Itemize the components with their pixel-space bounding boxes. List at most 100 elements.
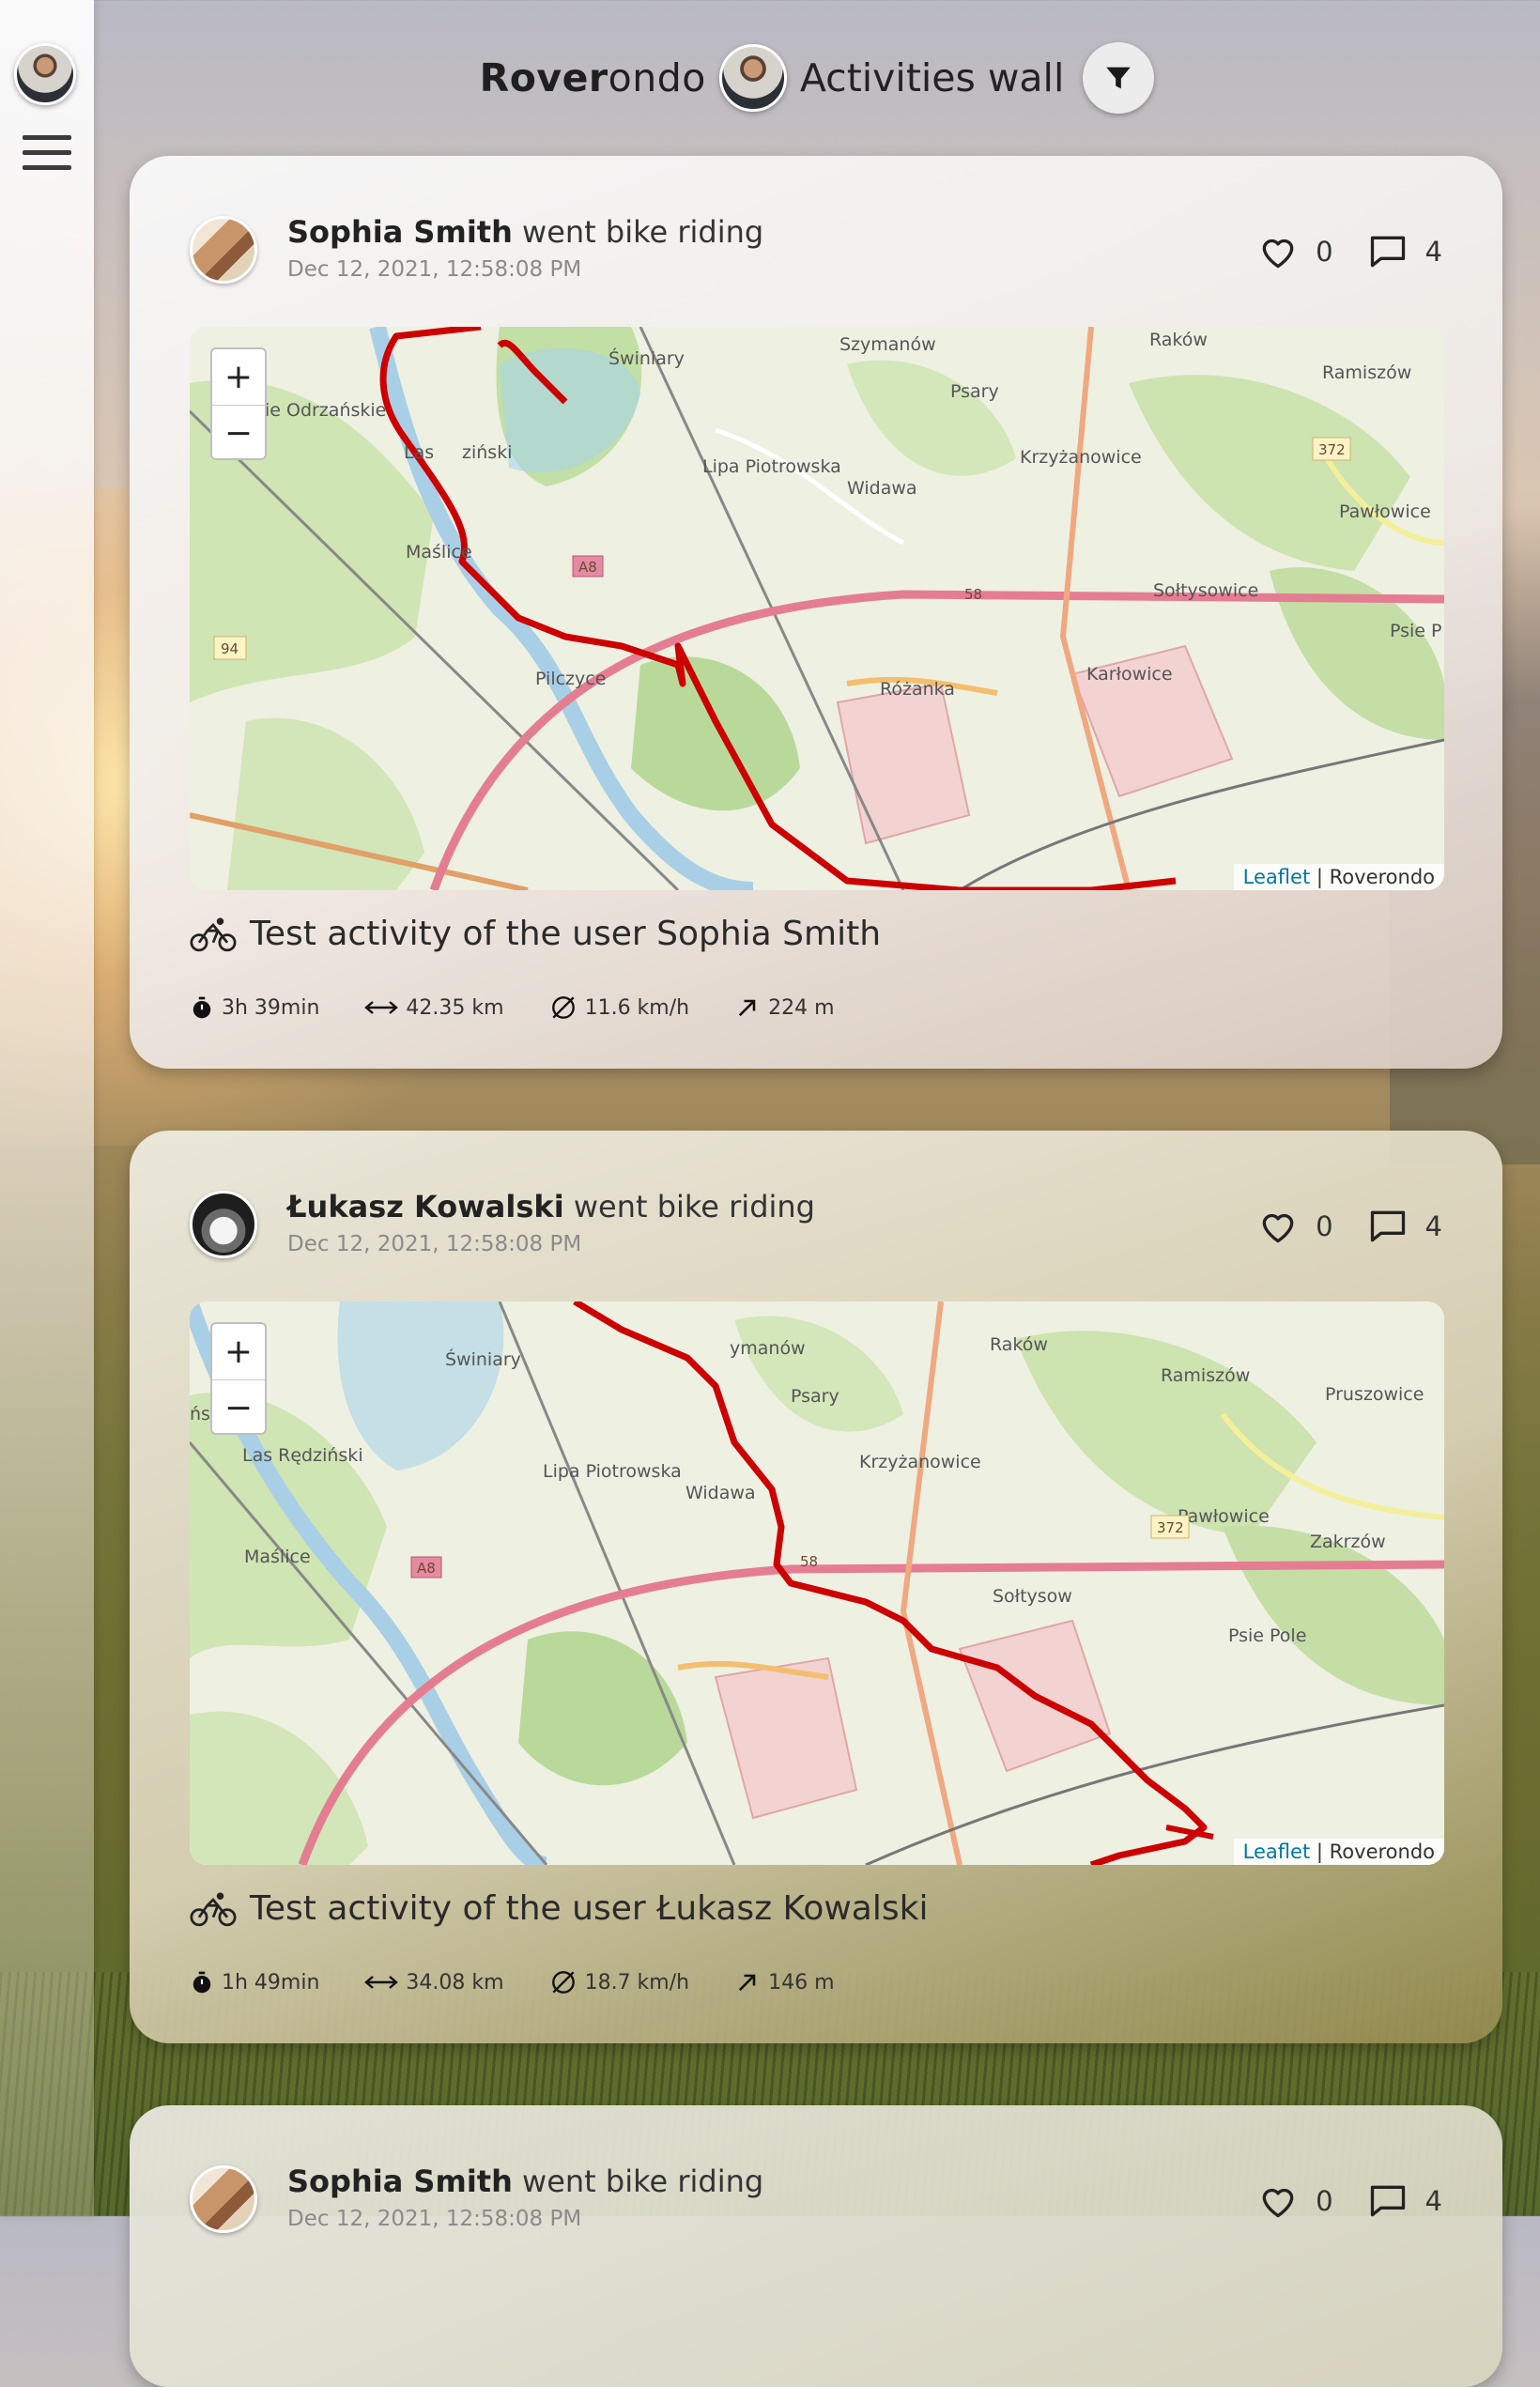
card-header: Łukasz Kowalski went bike riding Dec 12,… [190, 1187, 1442, 1262]
duration-value: 3h 39min [222, 995, 320, 1020]
speed-value: 11.6 km/h [584, 995, 690, 1020]
route-map[interactable]: Szymanów Raków Świniary Psary Ramiszów i… [190, 327, 1444, 890]
svg-text:372: 372 [1318, 441, 1346, 458]
zoom-in-button[interactable]: + [212, 1324, 265, 1380]
map-zoom-control: + − [210, 1322, 267, 1435]
zoom-out-button[interactable]: − [212, 406, 265, 461]
activity-date: Dec 12, 2021, 12:58:08 PM [287, 2207, 582, 2231]
distance-arrows-icon [364, 999, 398, 1016]
svg-text:Krzyżanowice: Krzyżanowice [1020, 447, 1142, 468]
map-attribution: Leaflet | Roverondo [1233, 1839, 1444, 1865]
activity-title[interactable]: Test activity of the user Sophia Smith [250, 915, 881, 953]
svg-text:Lipa Piotrowska: Lipa Piotrowska [702, 456, 841, 477]
heart-icon[interactable] [1257, 2180, 1299, 2222]
svg-text:Psie Pole: Psie Pole [1228, 1625, 1306, 1646]
comment-icon[interactable] [1367, 231, 1409, 272]
svg-text:Karłowice: Karłowice [1086, 664, 1173, 685]
like-count: 0 [1316, 2185, 1333, 2217]
svg-text:Las: Las [404, 442, 434, 463]
svg-text:Ramiszów: Ramiszów [1322, 362, 1411, 383]
comment-icon[interactable] [1367, 1206, 1409, 1247]
map-zoom-control: + − [210, 347, 267, 460]
activity-title-row[interactable]: Test activity of the user Sophia Smith [190, 915, 881, 953]
svg-text:Zakrzów: Zakrzów [1310, 1532, 1386, 1552]
elevation-arrow-icon [734, 1969, 761, 1995]
distance-value: 42.35 km [406, 995, 504, 1020]
leaflet-link[interactable]: Leaflet [1243, 1840, 1311, 1863]
svg-text:Różanka: Różanka [880, 679, 955, 700]
author-avatar[interactable] [190, 1191, 257, 1258]
bicycle-icon [190, 916, 237, 953]
svg-text:Pawłowice: Pawłowice [1339, 501, 1431, 522]
activity-title[interactable]: Test activity of the user Łukasz Kowalsk… [250, 1889, 928, 1928]
svg-text:Psary: Psary [950, 381, 999, 402]
svg-text:58: 58 [800, 1553, 818, 1570]
author-avatar[interactable] [190, 216, 257, 284]
svg-text:Pruszowice: Pruszowice [1325, 1384, 1424, 1405]
comment-icon[interactable] [1367, 2180, 1409, 2222]
svg-text:ziński: ziński [462, 442, 512, 463]
activity-metrics: 3h 39min 42.35 km 11.6 km/h 224 m [190, 993, 880, 1022]
activity-title-row[interactable]: Test activity of the user Łukasz Kowalsk… [190, 1889, 928, 1928]
map-attribution: Leaflet | Roverondo [1233, 864, 1444, 890]
hamburger-icon[interactable] [23, 135, 71, 173]
route-map[interactable]: ymanów Raków Świniary Psary Ramiszów Pru… [190, 1301, 1444, 1865]
heart-icon[interactable] [1257, 1206, 1299, 1247]
svg-text:Raków: Raków [1149, 330, 1208, 350]
svg-text:ie Odrzańskie: ie Odrzańskie [265, 400, 386, 421]
activity-card[interactable]: Sophia Smith went bike riding Dec 12, 20… [130, 156, 1502, 1069]
svg-text:Pawłowice: Pawłowice [1178, 1506, 1270, 1527]
heart-icon[interactable] [1257, 231, 1299, 272]
average-speed-icon [549, 1968, 578, 1996]
activity-date: Dec 12, 2021, 12:58:08 PM [287, 1232, 582, 1256]
author-avatar[interactable] [190, 2165, 257, 2233]
activity-card[interactable]: Sophia Smith went bike riding Dec 12, 20… [130, 2105, 1502, 2387]
elevation-value: 224 m [768, 995, 835, 1020]
author-name[interactable]: Sophia Smith [287, 214, 513, 250]
like-count: 0 [1316, 236, 1333, 268]
elevation-arrow-icon [734, 994, 761, 1021]
duration-value: 1h 49min [222, 1970, 320, 1994]
elevation-value: 146 m [768, 1970, 835, 1994]
distance-value: 34.08 km [406, 1970, 504, 1994]
svg-text:Widawa: Widawa [685, 1483, 756, 1503]
comment-count: 4 [1424, 2185, 1442, 2217]
leaflet-link[interactable]: Leaflet [1243, 866, 1311, 888]
svg-text:Raków: Raków [990, 1334, 1048, 1355]
comment-count: 4 [1424, 1210, 1442, 1242]
page-title: Activities wall [799, 55, 1065, 100]
distance-arrows-icon [364, 1974, 398, 1991]
stopwatch-icon [190, 1969, 214, 1995]
average-speed-icon [549, 993, 578, 1022]
activity-action: went bike riding [522, 2164, 764, 2199]
svg-text:372: 372 [1157, 1519, 1184, 1536]
user-avatar[interactable] [14, 43, 76, 105]
svg-text:Psie P: Psie P [1390, 621, 1442, 641]
svg-text:Sołtysowice: Sołtysowice [1153, 580, 1258, 601]
header-avatar[interactable] [718, 44, 787, 112]
zoom-in-button[interactable]: + [212, 349, 265, 406]
svg-text:Szymanów: Szymanów [839, 334, 936, 355]
brand-logo[interactable]: Roverondo [480, 55, 706, 100]
filter-icon [1106, 67, 1132, 89]
top-bar: Roverondo Activities wall [94, 39, 1540, 116]
svg-text:A8: A8 [417, 1560, 436, 1577]
svg-text:Psary: Psary [791, 1386, 839, 1407]
activity-date: Dec 12, 2021, 12:58:08 PM [287, 257, 582, 282]
activity-action: went bike riding [522, 214, 764, 250]
filter-button[interactable] [1083, 42, 1155, 114]
activity-card[interactable]: Łukasz Kowalski went bike riding Dec 12,… [130, 1131, 1502, 2043]
svg-text:Maślice: Maślice [244, 1547, 311, 1567]
activity-action: went bike riding [573, 1189, 815, 1224]
svg-text:58: 58 [964, 586, 982, 603]
comment-count: 4 [1424, 236, 1442, 268]
svg-text:Krzyżanowice: Krzyżanowice [859, 1452, 981, 1472]
sidebar [0, 0, 94, 2216]
speed-value: 18.7 km/h [584, 1970, 690, 1994]
author-name[interactable]: Sophia Smith [287, 2164, 513, 2199]
zoom-out-button[interactable]: − [212, 1380, 265, 1436]
svg-text:Widawa: Widawa [847, 478, 917, 499]
svg-text:Sołtysow: Sołtysow [993, 1586, 1072, 1607]
author-name[interactable]: Łukasz Kowalski [287, 1189, 564, 1224]
card-header: Sophia Smith went bike riding Dec 12, 20… [190, 212, 1442, 287]
